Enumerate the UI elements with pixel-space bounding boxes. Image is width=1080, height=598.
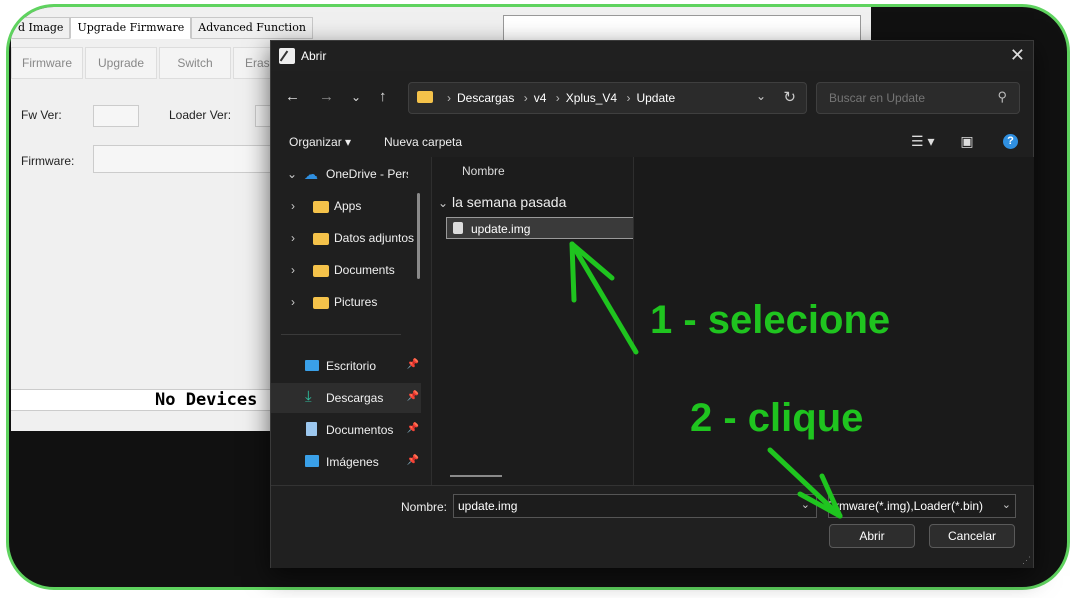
annotation-step1: 1 - selecione <box>650 298 891 342</box>
annotation-arrows <box>569 241 843 519</box>
arrow-step1 <box>569 241 639 355</box>
arrow-step2 <box>767 447 843 519</box>
annotation-step2: 2 - clique <box>690 396 864 440</box>
